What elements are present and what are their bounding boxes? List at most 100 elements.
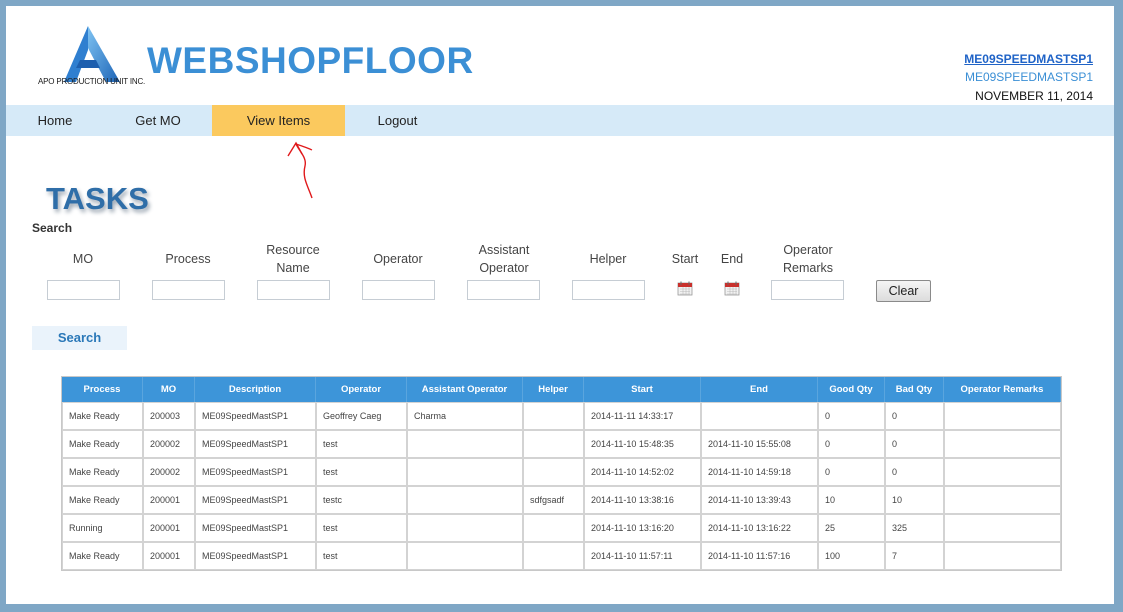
main-nav: Home Get MO View Items Logout	[6, 105, 1114, 136]
filter-label-operator: Operator	[373, 252, 423, 266]
cell-helper	[523, 542, 584, 570]
cell-bad-qty: 10	[885, 486, 944, 514]
cell-bad-qty: 0	[885, 402, 944, 430]
operator-remarks-input[interactable]	[771, 280, 844, 300]
cell-operator: Geoffrey Caeg	[316, 402, 407, 430]
column-header-helper[interactable]: Helper	[523, 377, 584, 402]
page-title: TASKS	[46, 181, 149, 216]
cell-helper	[523, 458, 584, 486]
cell-bad-qty: 325	[885, 514, 944, 542]
cell-start: 2014-11-10 15:48:35	[584, 430, 701, 458]
logo-caption: APO PRODUCTION UNIT INC.	[38, 77, 146, 86]
table-row[interactable]: Make Ready 200002 ME09SpeedMastSP1 test …	[62, 458, 1061, 486]
cell-assistant-operator: Charma	[407, 402, 523, 430]
cell-process: Make Ready	[62, 402, 143, 430]
column-header-good-qty[interactable]: Good Qty	[818, 377, 885, 402]
user-account-link[interactable]: ME09SPEEDMASTSP1	[964, 52, 1093, 66]
process-input[interactable]	[152, 280, 225, 300]
cell-start: 2014-11-10 13:38:16	[584, 486, 701, 514]
mo-input[interactable]	[47, 280, 120, 300]
cell-description: ME09SpeedMastSP1	[195, 514, 316, 542]
column-header-assistant-operator[interactable]: Assistant Operator	[407, 377, 523, 402]
operator-input[interactable]	[362, 280, 435, 300]
search-section-label: Search	[32, 221, 73, 235]
column-header-end[interactable]: End	[701, 377, 818, 402]
start-calendar-icon[interactable]	[677, 280, 693, 296]
cell-helper	[523, 402, 584, 430]
cell-operator-remarks	[944, 514, 1061, 542]
column-header-mo[interactable]: MO	[143, 377, 195, 402]
filter-label-start: Start	[671, 252, 699, 266]
cell-description: ME09SpeedMastSP1	[195, 430, 316, 458]
cell-start: 2014-11-11 14:33:17	[584, 402, 701, 430]
nav-logout[interactable]: Logout	[345, 105, 450, 136]
column-header-description[interactable]: Description	[195, 377, 316, 402]
cell-assistant-operator	[407, 486, 523, 514]
helper-input[interactable]	[572, 280, 645, 300]
cell-mo: 200001	[143, 514, 195, 542]
cell-bad-qty: 0	[885, 430, 944, 458]
cell-good-qty: 25	[818, 514, 885, 542]
nav-get-mo[interactable]: Get MO	[104, 105, 212, 136]
table-row[interactable]: Make Ready 200002 ME09SpeedMastSP1 test …	[62, 430, 1061, 458]
user-station-name: ME09SPEEDMASTSP1	[964, 70, 1093, 84]
cell-description: ME09SpeedMastSP1	[195, 458, 316, 486]
filter-label-mo: MO	[72, 252, 94, 266]
cell-mo: 200002	[143, 430, 195, 458]
cell-description: ME09SpeedMastSP1	[195, 486, 316, 514]
cell-process: Make Ready	[62, 486, 143, 514]
cell-good-qty: 0	[818, 402, 885, 430]
cell-operator-remarks	[944, 430, 1061, 458]
cell-end: 2014-11-10 14:59:18	[701, 458, 818, 486]
cell-operator-remarks	[944, 458, 1061, 486]
filter-label-operator-remarks: Operator Remarks	[782, 243, 833, 275]
column-header-operator[interactable]: Operator	[316, 377, 407, 402]
app-frame: APO PRODUCTION UNIT INC. WEBSHOPFLOOR ME…	[6, 6, 1114, 604]
assistant-operator-input[interactable]	[467, 280, 540, 300]
app-brand-title: WEBSHOPFLOOR	[147, 40, 474, 81]
cell-good-qty: 0	[818, 430, 885, 458]
current-date: NOVEMBER 11, 2014	[975, 89, 1093, 103]
table-row[interactable]: Running 200001 ME09SpeedMastSP1 test 201…	[62, 514, 1061, 542]
cell-good-qty: 10	[818, 486, 885, 514]
cell-assistant-operator	[407, 430, 523, 458]
cell-assistant-operator	[407, 458, 523, 486]
table-row[interactable]: Make Ready 200001 ME09SpeedMastSP1 test …	[62, 542, 1061, 570]
nav-home[interactable]: Home	[6, 105, 104, 136]
cell-helper: sdfgsadf	[523, 486, 584, 514]
cell-mo: 200003	[143, 402, 195, 430]
cell-description: ME09SpeedMastSP1	[195, 542, 316, 570]
table-row[interactable]: Make Ready 200003 ME09SpeedMastSP1 Geoff…	[62, 402, 1061, 430]
clear-button[interactable]: Clear	[876, 280, 931, 302]
cell-operator-remarks	[944, 542, 1061, 570]
cell-description: ME09SpeedMastSP1	[195, 402, 316, 430]
filter-label-process: Process	[165, 252, 211, 266]
search-button[interactable]: Search	[32, 326, 127, 350]
cell-mo: 200001	[143, 486, 195, 514]
table-row[interactable]: Make Ready 200001 ME09SpeedMastSP1 testc…	[62, 486, 1061, 514]
cell-process: Make Ready	[62, 458, 143, 486]
cell-mo: 200002	[143, 458, 195, 486]
cell-process: Make Ready	[62, 430, 143, 458]
cell-helper	[523, 430, 584, 458]
cell-helper	[523, 514, 584, 542]
resource-name-input[interactable]	[257, 280, 330, 300]
cell-operator-remarks	[944, 486, 1061, 514]
cell-mo: 200001	[143, 542, 195, 570]
end-calendar-icon[interactable]	[724, 280, 740, 296]
filter-label-helper: Helper	[589, 252, 627, 266]
cell-start: 2014-11-10 14:52:02	[584, 458, 701, 486]
cell-process: Running	[62, 514, 143, 542]
filter-label-end: End	[720, 252, 744, 266]
cell-end: 2014-11-10 13:39:43	[701, 486, 818, 514]
tasks-table: Process MO Description Operator Assistan…	[61, 376, 1062, 571]
cell-process: Make Ready	[62, 542, 143, 570]
table-header-row: Process MO Description Operator Assistan…	[62, 377, 1061, 402]
column-header-start[interactable]: Start	[584, 377, 701, 402]
column-header-bad-qty[interactable]: Bad Qty	[885, 377, 944, 402]
cell-operator: testc	[316, 486, 407, 514]
cell-assistant-operator	[407, 542, 523, 570]
column-header-operator-remarks[interactable]: Operator Remarks	[944, 377, 1061, 402]
column-header-process[interactable]: Process	[62, 377, 143, 402]
nav-view-items[interactable]: View Items	[212, 105, 345, 136]
